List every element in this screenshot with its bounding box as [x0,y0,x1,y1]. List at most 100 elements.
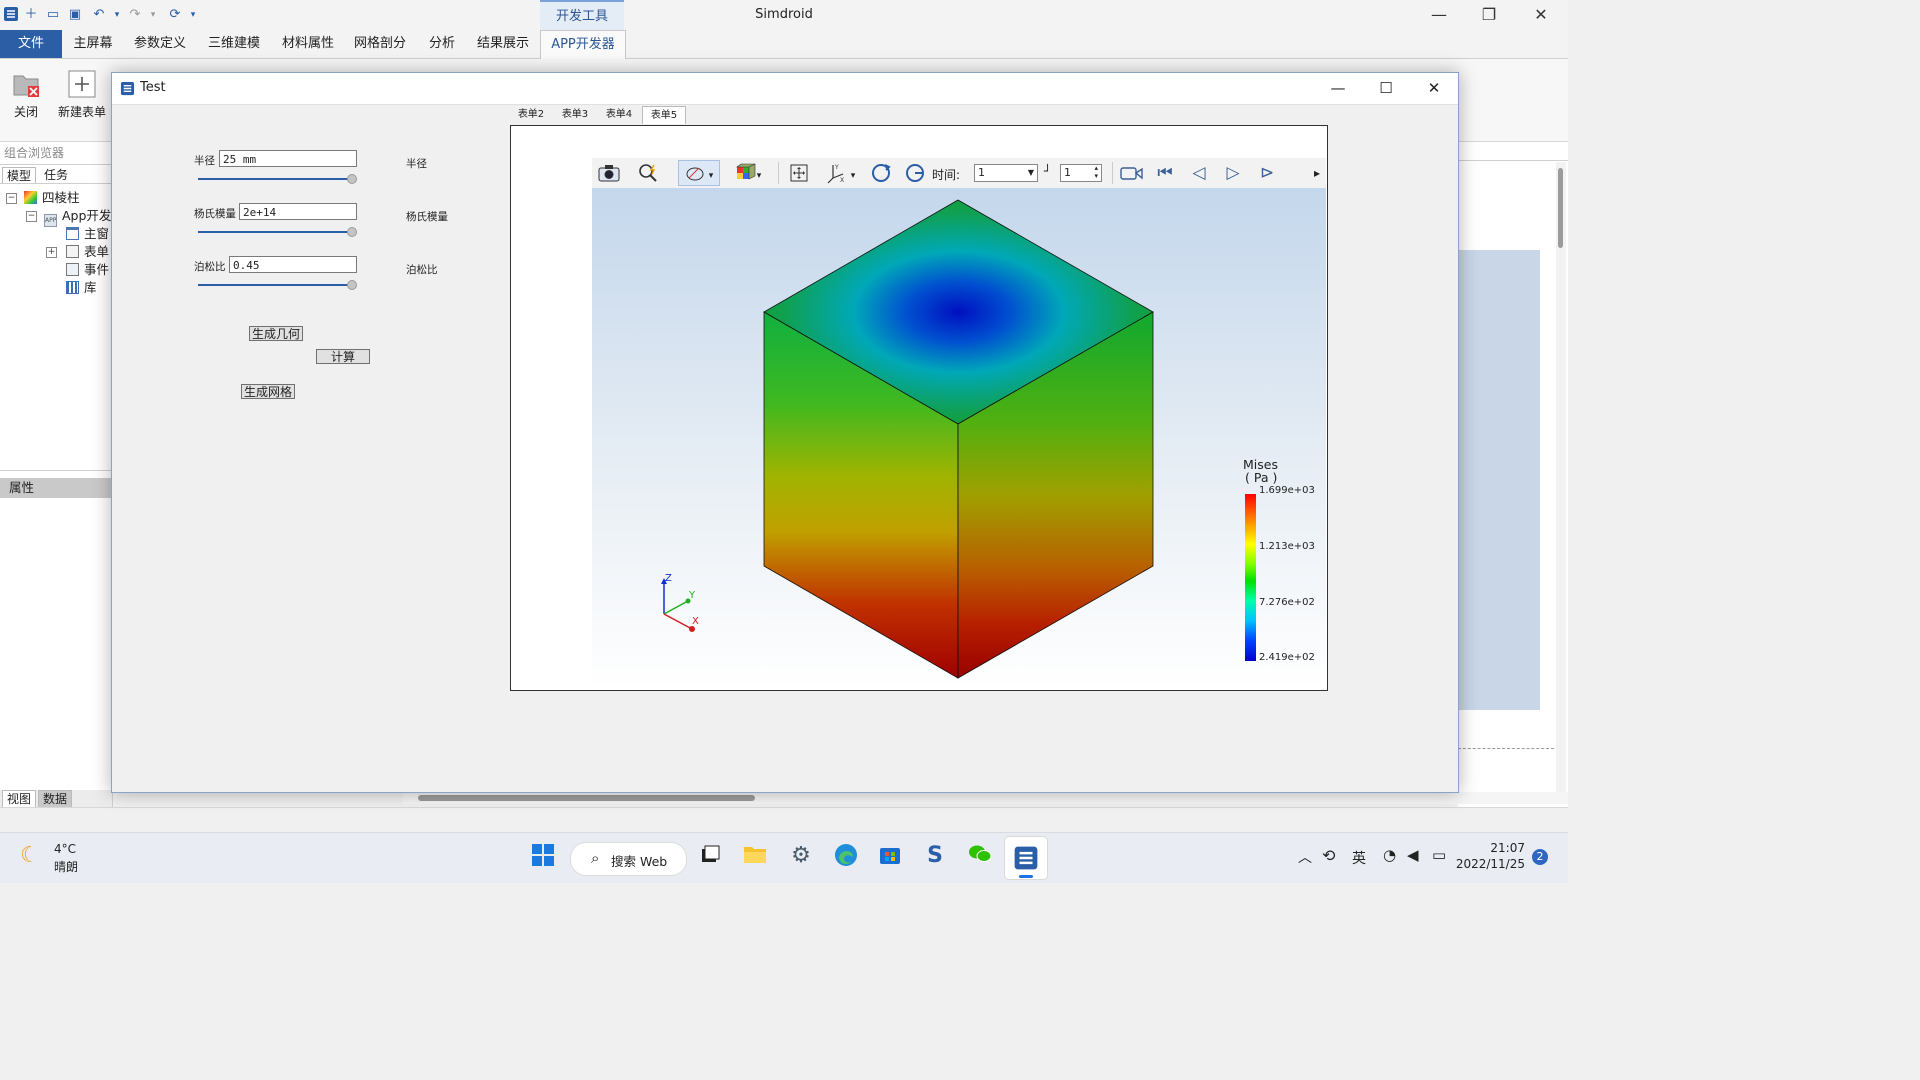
youngs-modulus-label: 杨氏模量 [194,208,236,220]
tree-item-library[interactable]: 库 [66,279,97,297]
axis-x-label: X [692,616,699,627]
color-cube-icon[interactable]: ▾ [728,158,768,188]
speaker-icon[interactable]: ◀ [1407,846,1419,864]
clock-date[interactable]: 2022/11/25 [1455,857,1525,871]
youngs-modulus-slider[interactable] [198,231,353,233]
menu-analysis[interactable]: 分析 [420,30,464,58]
start-menu-icon[interactable] [530,843,556,869]
next-frame-icon[interactable]: ⊳ [1254,158,1280,188]
weather-temperature[interactable]: 4°C [54,842,76,856]
poisson-ratio-input[interactable]: 0.45 [229,256,357,273]
tree-collapse-toggle[interactable]: − [26,211,37,222]
poisson-ratio-slider[interactable] [198,284,353,286]
rotate-icon[interactable] [868,158,894,188]
play-icon[interactable]: ▷ [1220,158,1246,188]
store-icon[interactable] [877,843,903,869]
toolbar-overflow-icon[interactable]: ▸ [1310,158,1324,188]
menu-parameters[interactable]: 参数定义 [126,30,194,58]
tree-item-prism[interactable]: 四棱柱 [24,189,80,207]
notification-badge[interactable]: 2 [1532,849,1548,865]
generate-mesh-button[interactable]: 生成网格 [241,384,295,399]
tree-item-events[interactable]: 事件 [66,261,109,279]
wifi-icon[interactable]: ◔ [1383,846,1396,864]
previous-frame-icon[interactable]: ◁ [1186,158,1212,188]
horizontal-scrollbar[interactable] [403,792,1568,804]
title-bar: ＋ ▭ ▣ ↶ ▾ ↷ ▾ ⟳ ▾ 开发工具 Simdroid — ❐ ✕ [0,0,1568,30]
spin-arrows-icon[interactable]: ▴ ▾ [1094,164,1098,180]
colorful-model-icon [24,191,37,204]
display-mode-icon[interactable]: ▾ [678,160,720,186]
clock-time[interactable]: 21:07 [1465,841,1525,855]
menu-mesh[interactable]: 网格剖分 [346,30,414,58]
camera-icon[interactable] [596,158,622,188]
time-select[interactable]: 1 ▼ [974,164,1038,182]
form-tab-5[interactable]: 表单5 [642,106,686,124]
scroll-thumb[interactable] [1558,168,1563,248]
vertical-scrollbar[interactable] [1556,162,1566,792]
dialog-minimize-button[interactable]: — [1314,73,1362,104]
tab-model[interactable]: 模型 [2,167,37,184]
axis-view-icon[interactable]: Y X ▾ [822,158,858,188]
chevron-down-icon: ▼ [1027,168,1034,177]
settings-gear-icon[interactable]: ⚙ [788,843,814,869]
tree-collapse-toggle[interactable]: − [6,193,17,204]
radius-slider-handle[interactable] [347,174,357,184]
form-tab-3[interactable]: 表单3 [556,106,594,123]
new-form-button[interactable]: 新建表单 [54,59,110,139]
menu-file[interactable]: 文件 [0,30,62,58]
tab-tasks[interactable]: 任务 [40,167,72,183]
ime-indicator[interactable]: 英 [1352,848,1366,868]
tab-view[interactable]: 视图 [2,790,37,808]
tray-overflow-chevron-icon[interactable]: ︿ [1298,847,1312,867]
menu-app-developer[interactable]: APP开发器 [540,30,626,59]
legend-tick-2: 1.213e+03 [1259,541,1315,552]
youngs-modulus-slider-handle[interactable] [347,227,357,237]
compute-button[interactable]: 计算 [316,349,370,364]
tree-item-app[interactable]: APP App开发 [44,207,111,227]
youngs-modulus-input[interactable]: 2e+14 [239,203,357,220]
tree-item-main-window[interactable]: 主窗 [66,225,109,243]
tree-item-forms[interactable]: 表单 [66,243,109,261]
dialog-maximize-button[interactable]: ☐ [1362,73,1410,104]
menu-results[interactable]: 结果展示 [468,30,538,58]
record-video-icon[interactable] [1118,158,1146,188]
step-spinbox[interactable]: 1 ▴ ▾ [1060,164,1102,182]
poisson-ratio-slider-handle[interactable] [347,280,357,290]
reset-view-icon[interactable] [902,158,928,188]
tab-data[interactable]: 数据 [38,790,73,808]
wechat-icon[interactable] [967,843,993,869]
tree-expand-toggle[interactable]: + [46,247,57,258]
menu-material[interactable]: 材料属性 [274,30,342,58]
divider [1112,162,1113,184]
minimize-button[interactable]: — [1416,0,1462,30]
edge-browser-icon[interactable] [833,843,859,869]
zoom-icon[interactable] [636,158,662,188]
poisson-ratio-label: 泊松比 [194,261,226,273]
divider [0,470,112,471]
menu-3d-modeling[interactable]: 三维建模 [200,30,268,58]
close-form-button[interactable]: 关闭 [4,59,48,139]
battery-icon[interactable]: ▭ [1432,846,1446,864]
file-explorer-icon[interactable] [742,843,768,869]
generate-geometry-button[interactable]: 生成几何 [249,326,303,341]
weather-description[interactable]: 晴朗 [54,858,78,875]
scroll-thumb[interactable] [418,795,755,801]
simdroid-taskbar-item[interactable] [1004,836,1048,880]
app-s-icon[interactable]: S [922,843,948,869]
weather-moon-icon[interactable]: ☾ [20,843,40,868]
divider [0,183,112,184]
taskbar-search-box[interactable]: ⌕ 搜索 Web [570,842,687,876]
form-tab-2[interactable]: 表单2 [512,106,550,123]
fit-view-icon[interactable] [786,158,812,188]
restore-button[interactable]: ❐ [1466,0,1512,30]
close-button[interactable]: ✕ [1518,0,1564,30]
menu-home[interactable]: 主屏幕 [64,30,122,58]
task-view-icon[interactable] [697,843,723,869]
sync-icon[interactable]: ⟲ [1322,846,1335,865]
first-frame-icon[interactable]: ⏮ [1152,158,1178,188]
form-tab-4[interactable]: 表单4 [600,106,638,123]
3d-viewport[interactable]: Z Y X [592,188,1326,688]
dialog-close-button[interactable]: ✕ [1410,73,1458,104]
radius-slider[interactable] [198,178,353,180]
radius-input[interactable]: 25 mm [219,150,357,167]
